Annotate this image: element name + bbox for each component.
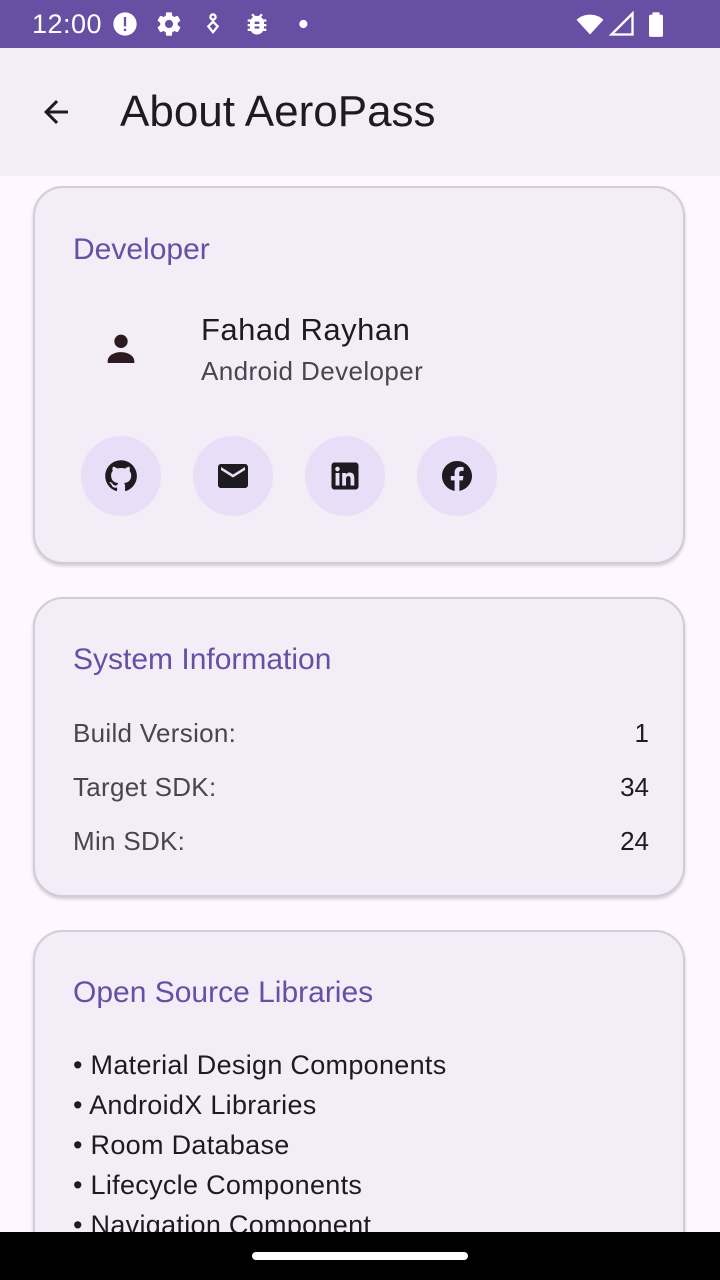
system-info-title: System Information (73, 643, 332, 676)
info-value: 34 (620, 772, 649, 802)
developer-role: Android Developer (201, 356, 424, 386)
facebook-button[interactable] (417, 436, 497, 516)
facebook-icon (442, 461, 472, 491)
settings-icon (155, 10, 183, 38)
list-item: • Material Design Components (73, 1050, 447, 1080)
status-bar: 12:00 (0, 0, 720, 48)
developer-card: Developer Fahad Rayhan Android Developer (33, 186, 685, 564)
github-icon (105, 460, 137, 492)
battery-icon (642, 10, 670, 38)
github-button[interactable] (81, 436, 161, 516)
home-gesture-handle[interactable] (252, 1252, 468, 1260)
list-item: • Room Database (73, 1130, 290, 1160)
signal-icon (608, 10, 636, 38)
alert-icon (111, 10, 139, 38)
screen: 12:00 About AeroPass Developer Fahad Ray… (0, 0, 720, 1280)
list-item: • Lifecycle Components (73, 1170, 363, 1200)
list-item: • Navigation Component (73, 1210, 372, 1232)
system-info-card: System Information Build Version: 1 Targ… (33, 597, 685, 897)
content-scroll[interactable]: Developer Fahad Rayhan Android Developer… (0, 176, 720, 1232)
info-row-build-version: Build Version: 1 (73, 715, 649, 751)
developer-card-title: Developer (73, 233, 210, 266)
email-button[interactable] (193, 436, 273, 516)
location-icon (199, 10, 227, 38)
info-label: Build Version: (73, 718, 237, 748)
page-title: About AeroPass (120, 87, 436, 136)
linkedin-icon (331, 462, 359, 490)
info-label: Target SDK: (73, 772, 217, 802)
dot-icon (287, 10, 315, 38)
person-icon (101, 328, 141, 368)
info-value: 1 (634, 718, 649, 748)
info-row-target-sdk: Target SDK: 34 (73, 769, 649, 805)
libraries-title: Open Source Libraries (73, 976, 374, 1009)
developer-name: Fahad Rayhan (201, 312, 411, 347)
wifi-icon (576, 10, 604, 38)
info-row-min-sdk: Min SDK: 24 (73, 823, 649, 859)
email-icon (218, 464, 248, 488)
list-item: • AndroidX Libraries (73, 1090, 317, 1120)
arrow-back-icon (44, 100, 68, 124)
status-time: 12:00 (32, 9, 103, 39)
navigation-bar (0, 1232, 720, 1280)
info-label: Min SDK: (73, 826, 186, 856)
libraries-list: • Material Design Components • AndroidX … (73, 1045, 447, 1232)
linkedin-button[interactable] (305, 436, 385, 516)
libraries-card: Open Source Libraries • Material Design … (33, 930, 685, 1232)
info-value: 24 (620, 826, 649, 856)
app-bar: About AeroPass (0, 48, 720, 176)
bug-icon (243, 10, 271, 38)
back-button[interactable] (24, 80, 88, 144)
